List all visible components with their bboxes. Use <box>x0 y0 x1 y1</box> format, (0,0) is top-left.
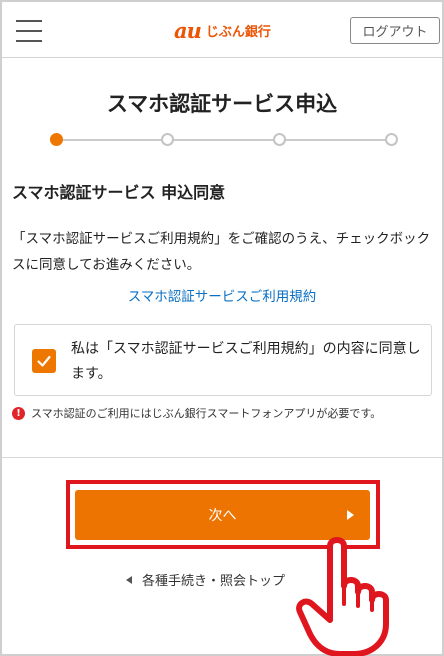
pointing-hand-icon <box>296 537 389 656</box>
logo-au: au <box>174 17 202 43</box>
step-2 <box>161 133 174 146</box>
alert-icon: ! <box>12 406 25 420</box>
back-label: 各種手続き・照会トップ <box>142 574 286 589</box>
agree-box[interactable]: 私は「スマホ認証サービスご利用規約」の内容に同意します。 <box>14 324 432 396</box>
agree-checkbox[interactable] <box>32 349 56 373</box>
step-4 <box>385 133 398 146</box>
step-1 <box>50 133 63 146</box>
description: 「スマホ認証サービスご利用規約」をご確認のうえ、チェックボックスに同意してお進み… <box>12 231 431 273</box>
notice: ! スマホ認証のご利用にはじぶん銀行スマートフォンアプリが必要です。 <box>12 405 381 421</box>
progress-stepper <box>50 133 400 147</box>
terms-link[interactable]: スマホ認証サービスご利用規約 <box>0 285 444 305</box>
logout-button[interactable]: ログアウト <box>350 17 440 44</box>
menu-icon[interactable] <box>16 20 42 42</box>
logo-text: じぶん銀行 <box>205 24 271 40</box>
section-heading: スマホ認証サービス 申込同意 <box>12 183 226 202</box>
stepper-line <box>56 139 394 141</box>
arrow-right-icon <box>347 510 354 520</box>
agree-text: 私は「スマホ認証サービスご利用規約」の内容に同意します。 <box>71 341 421 382</box>
divider <box>2 457 442 458</box>
arrow-left-icon <box>126 575 132 584</box>
back-link[interactable]: 各種手続き・照会トップ <box>126 570 285 589</box>
next-label: 次へ <box>208 508 237 524</box>
header: au じぶん銀行 ログアウト <box>2 2 442 58</box>
notice-text: スマホ認証のご利用にはじぶん銀行スマートフォンアプリが必要です。 <box>31 407 382 420</box>
logo: au じぶん銀行 <box>174 17 271 43</box>
page-title: スマホ認証サービス申込 <box>106 92 338 116</box>
step-3 <box>273 133 286 146</box>
checkmark-icon <box>37 355 51 367</box>
